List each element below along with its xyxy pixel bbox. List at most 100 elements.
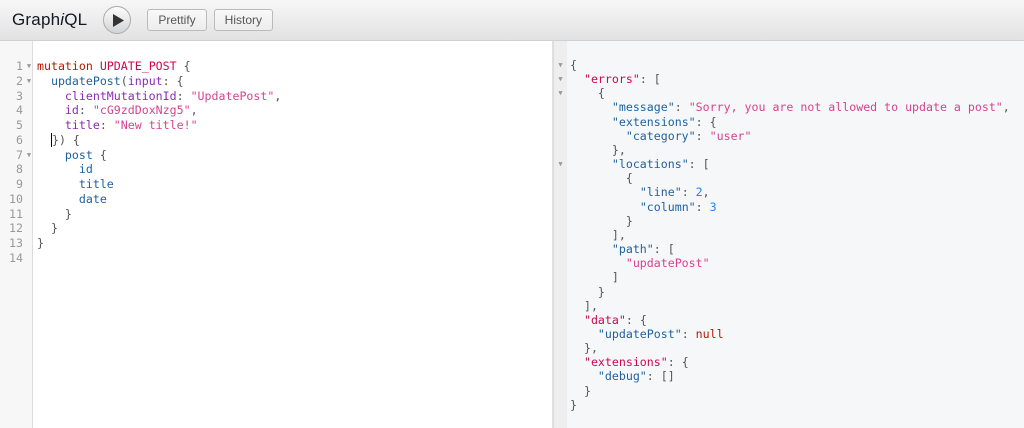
token: { (570, 58, 577, 72)
line-text: { (567, 58, 577, 72)
code-line: 9 title (0, 177, 281, 192)
token: "data" (583, 312, 626, 327)
token: "line" (639, 185, 682, 200)
title-part: QL (64, 10, 88, 29)
code-line: ] (554, 270, 1010, 284)
line-number: 9 (16, 177, 23, 192)
line-text: } (567, 384, 591, 398)
fold-arrow-icon[interactable]: ▼ (23, 148, 35, 163)
fold-arrow-icon[interactable]: ▼ (554, 58, 567, 72)
query-editor[interactable]: 1 ▼ mutation UPDATE_POST {2 ▼ updatePost(in… (0, 41, 553, 428)
result-code: ▼{▼ "errors": [▼ { "message": "Sorry, yo… (554, 58, 1010, 412)
token: } (570, 383, 591, 398)
token: "path" (611, 242, 654, 257)
token: "errors" (583, 72, 640, 87)
line-text: date (35, 192, 107, 207)
token: date (78, 191, 107, 206)
prettify-button[interactable]: Prettify (147, 9, 207, 31)
line-text: }, (567, 341, 598, 355)
token: : [ (639, 72, 661, 87)
code-line: "line": 2, (554, 185, 1010, 199)
line-number: 4 (16, 103, 23, 118)
line-number: 14 (9, 250, 23, 265)
line-text: } (35, 207, 72, 222)
line-text: } (35, 236, 44, 251)
token: "debug" (597, 369, 647, 384)
line-text: id: "cG9zdDoxNzg5", (35, 103, 198, 118)
line-text: ], (567, 228, 626, 242)
token: }) { (51, 132, 80, 147)
code-line: ▼{ (554, 58, 1010, 72)
token: , (1002, 100, 1010, 115)
fold-arrow-icon[interactable]: ▼ (23, 74, 35, 89)
token: "New title!" (113, 118, 198, 133)
fold-arrow-icon[interactable]: ▼ (23, 59, 35, 74)
line-text: clientMutationId: "UpdatePost", (35, 89, 281, 104)
title-part: Graph (12, 10, 61, 29)
token: title (64, 118, 100, 133)
fold-arrow-icon[interactable]: ▼ (554, 157, 567, 171)
token: : { (625, 312, 647, 327)
line-text: title (35, 177, 114, 192)
line-number: 3 (16, 88, 23, 103)
fold-arrow-icon[interactable]: ▼ (554, 86, 567, 100)
token: : (681, 326, 696, 341)
line-text: "column": 3 (567, 200, 717, 214)
code-line: 11 } (0, 207, 281, 222)
code-line: "updatePost" (554, 256, 1010, 270)
fold-arrow-icon[interactable]: ▼ (554, 72, 567, 86)
token: }, (570, 341, 598, 356)
query-code[interactable]: 1 ▼ mutation UPDATE_POST {2 ▼ updatePost(in… (0, 59, 281, 266)
line-text: "debug": [] (567, 369, 675, 383)
line-text: updatePost(input: { (35, 74, 184, 89)
token: : (695, 128, 710, 143)
line-text: "updatePost" (567, 256, 710, 270)
code-line: "data": { (554, 313, 1010, 327)
token: ], (570, 227, 626, 242)
token: : (99, 118, 114, 133)
execute-query-button[interactable] (103, 6, 132, 34)
token: } (570, 213, 633, 228)
token: ( (120, 73, 128, 88)
line-text: } (567, 285, 605, 299)
code-line: } (554, 214, 1010, 228)
line-number: 6 (16, 132, 23, 147)
token: } (570, 397, 577, 412)
line-number: 10 (9, 191, 23, 206)
token: input (127, 73, 163, 88)
line-text: "extensions": { (567, 355, 689, 369)
history-button[interactable]: History (213, 9, 273, 31)
code-line: "message": "Sorry, you are not allowed t… (554, 100, 1010, 114)
code-line: "debug": [] (554, 369, 1010, 383)
line-text: { (567, 86, 605, 100)
token: "locations" (611, 157, 689, 172)
line-number: 11 (9, 206, 23, 221)
code-line: "path": [ (554, 242, 1010, 256)
code-line: } (554, 398, 1010, 412)
token: updatePost (50, 73, 121, 88)
